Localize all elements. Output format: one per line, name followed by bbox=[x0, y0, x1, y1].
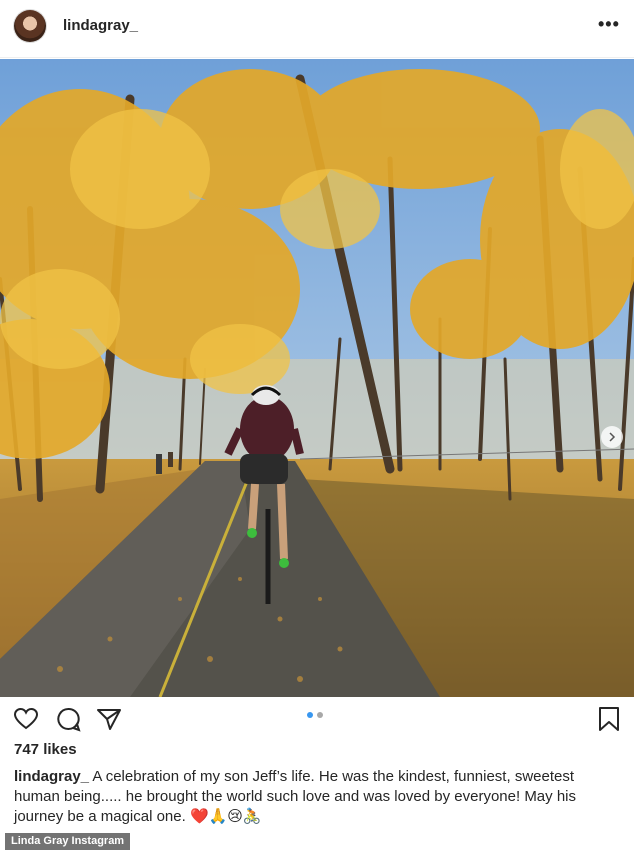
avatar[interactable] bbox=[14, 10, 46, 42]
chevron-right-icon bbox=[609, 432, 616, 442]
likes-count[interactable]: 747 likes bbox=[14, 741, 77, 758]
action-bar bbox=[0, 697, 634, 741]
caption: lindagray_ A celebration of my son Jeff’… bbox=[14, 767, 620, 827]
post-header: lindagray_ ••• bbox=[0, 0, 634, 58]
bookmark-icon[interactable] bbox=[596, 706, 622, 732]
comment-icon[interactable] bbox=[55, 706, 81, 732]
post-photo[interactable] bbox=[0, 59, 634, 697]
caption-text: A celebration of my son Jeff’s life. He … bbox=[14, 768, 576, 825]
carousel-next-button[interactable] bbox=[601, 426, 623, 448]
username[interactable]: lindagray_ bbox=[63, 17, 138, 34]
autumn-cyclist-image bbox=[0, 59, 634, 697]
share-icon[interactable] bbox=[96, 706, 122, 732]
more-horizontal-icon[interactable]: ••• bbox=[598, 15, 620, 36]
carousel-indicator bbox=[307, 712, 323, 718]
image-credit: Linda Gray Instagram bbox=[5, 833, 131, 850]
carousel-dot-active bbox=[307, 712, 313, 718]
carousel-dot bbox=[317, 712, 323, 718]
heart-icon[interactable] bbox=[13, 706, 39, 732]
caption-username[interactable]: lindagray_ bbox=[14, 768, 89, 785]
